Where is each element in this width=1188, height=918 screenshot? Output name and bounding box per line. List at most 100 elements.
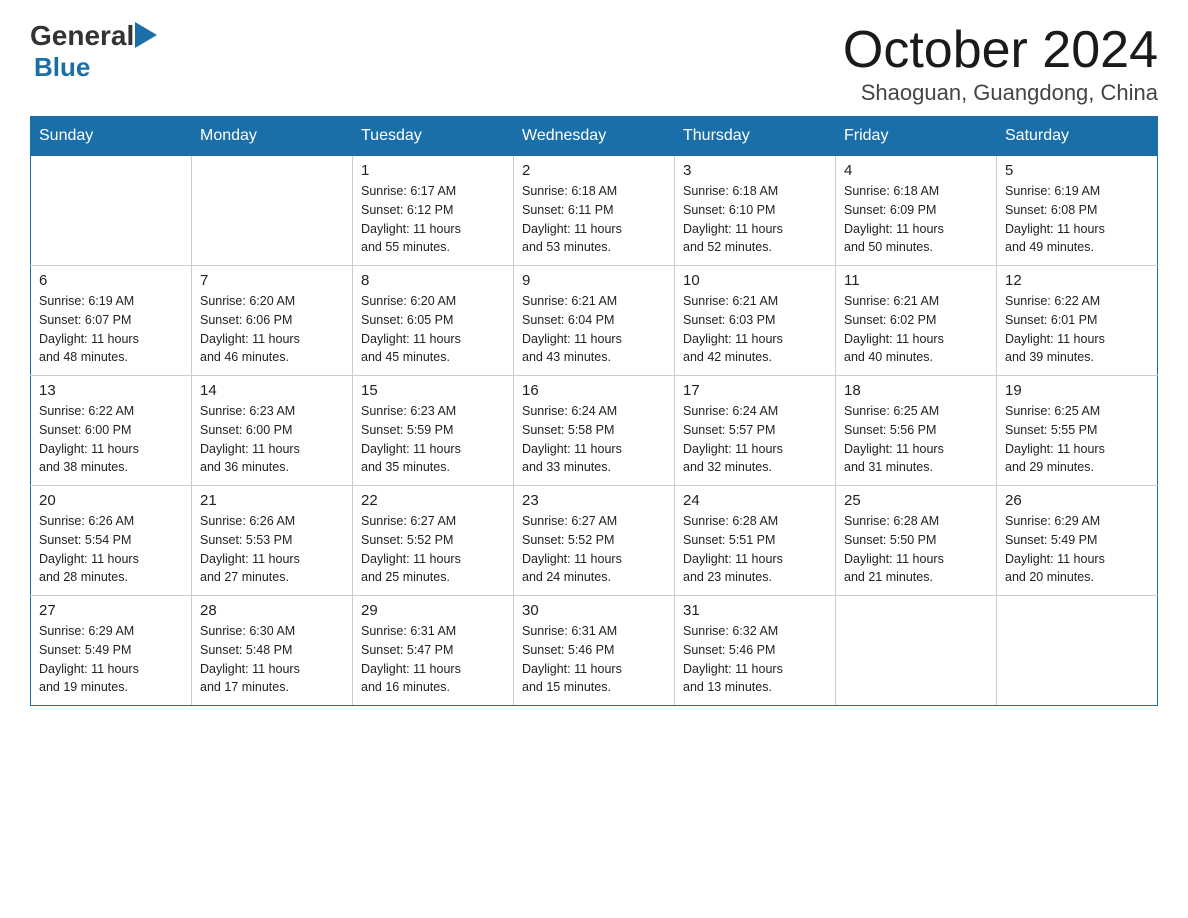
calendar-header-friday: Friday [836,117,997,156]
day-info: Sunrise: 6:28 AM Sunset: 5:51 PM Dayligh… [683,512,827,587]
day-info: Sunrise: 6:32 AM Sunset: 5:46 PM Dayligh… [683,622,827,697]
calendar-cell: 1 Sunrise: 6:17 AM Sunset: 6:12 PM Daylig… [353,156,514,266]
day-info: Sunrise: 6:27 AM Sunset: 5:52 PM Dayligh… [522,512,666,587]
day-info: Sunrise: 6:31 AM Sunset: 5:46 PM Dayligh… [522,622,666,697]
calendar-cell: 31Sunrise: 6:32 AM Sunset: 5:46 PM Dayli… [675,596,836,706]
calendar-cell: 25Sunrise: 6:28 AM Sunset: 5:50 PM Dayli… [836,486,997,596]
day-info: Sunrise: 6:29 AM Sunset: 5:49 PM Dayligh… [39,622,183,697]
title-area: October 2024 Shaoguan, Guangdong, China [843,20,1158,106]
day-info: Sunrise: 6:24 AM Sunset: 5:57 PM Dayligh… [683,402,827,477]
calendar-cell: 22 Sunrise: 6:27 AM Sunset: 5:52 PM Dayli… [353,486,514,596]
calendar-cell: 26Sunrise: 6:29 AM Sunset: 5:49 PM Dayli… [997,486,1158,596]
calendar-week-row: 13Sunrise: 6:22 AM Sunset: 6:00 PM Dayli… [31,376,1158,486]
calendar-cell [31,156,192,266]
calendar-cell: 12 Sunrise: 6:22 AM Sunset: 6:01 PM Dayli… [997,266,1158,376]
calendar-cell: 29Sunrise: 6:31 AM Sunset: 5:47 PM Dayli… [353,596,514,706]
day-number: 1 [361,162,505,179]
calendar-cell: 7 Sunrise: 6:20 AM Sunset: 6:06 PM Daylig… [192,266,353,376]
calendar-cell: 9 Sunrise: 6:21 AM Sunset: 6:04 PM Daylig… [514,266,675,376]
day-number: 21 [200,492,344,509]
day-info: Sunrise: 6:30 AM Sunset: 5:48 PM Dayligh… [200,622,344,697]
calendar-cell: 23Sunrise: 6:27 AM Sunset: 5:52 PM Dayli… [514,486,675,596]
day-info: Sunrise: 6:28 AM Sunset: 5:50 PM Dayligh… [844,512,988,587]
day-info: Sunrise: 6:31 AM Sunset: 5:47 PM Dayligh… [361,622,505,697]
logo-blue-text: Blue [34,52,90,82]
calendar-cell: 8Sunrise: 6:20 AM Sunset: 6:05 PM Daylig… [353,266,514,376]
day-number: 6 [39,272,183,289]
calendar-cell: 17 Sunrise: 6:24 AM Sunset: 5:57 PM Dayli… [675,376,836,486]
month-title: October 2024 [843,20,1158,80]
day-info: Sunrise: 6:18 AM Sunset: 6:09 PM Dayligh… [844,182,988,257]
day-number: 17 [683,382,827,399]
day-info: Sunrise: 6:17 AM Sunset: 6:12 PM Dayligh… [361,182,505,257]
calendar-cell [192,156,353,266]
calendar-cell: 28 Sunrise: 6:30 AM Sunset: 5:48 PM Dayli… [192,596,353,706]
calendar-cell: 5 Sunrise: 6:19 AM Sunset: 6:08 PM Daylig… [997,156,1158,266]
calendar-header-row: SundayMondayTuesdayWednesdayThursdayFrid… [31,117,1158,156]
calendar-table: SundayMondayTuesdayWednesdayThursdayFrid… [30,116,1158,706]
day-info: Sunrise: 6:29 AM Sunset: 5:49 PM Dayligh… [1005,512,1149,587]
calendar-cell [997,596,1158,706]
calendar-cell: 21 Sunrise: 6:26 AM Sunset: 5:53 PM Dayli… [192,486,353,596]
calendar-cell: 6 Sunrise: 6:19 AM Sunset: 6:07 PM Daylig… [31,266,192,376]
day-info: Sunrise: 6:19 AM Sunset: 6:08 PM Dayligh… [1005,182,1149,257]
calendar-week-row: 1 Sunrise: 6:17 AM Sunset: 6:12 PM Daylig… [31,156,1158,266]
day-number: 16 [522,382,666,399]
day-number: 7 [200,272,344,289]
calendar-cell: 2Sunrise: 6:18 AM Sunset: 6:11 PM Daylig… [514,156,675,266]
day-number: 20 [39,492,183,509]
day-number: 2 [522,162,666,179]
day-info: Sunrise: 6:24 AM Sunset: 5:58 PM Dayligh… [522,402,666,477]
day-info: Sunrise: 6:19 AM Sunset: 6:07 PM Dayligh… [39,292,183,367]
calendar-header-thursday: Thursday [675,117,836,156]
day-number: 3 [683,162,827,179]
day-number: 10 [683,272,827,289]
day-number: 9 [522,272,666,289]
day-number: 18 [844,382,988,399]
day-number: 27 [39,602,183,619]
day-info: Sunrise: 6:25 AM Sunset: 5:56 PM Dayligh… [844,402,988,477]
day-number: 8 [361,272,505,289]
day-info: Sunrise: 6:23 AM Sunset: 5:59 PM Dayligh… [361,402,505,477]
day-info: Sunrise: 6:21 AM Sunset: 6:02 PM Dayligh… [844,292,988,367]
day-info: Sunrise: 6:22 AM Sunset: 6:01 PM Dayligh… [1005,292,1149,367]
day-number: 30 [522,602,666,619]
page-header: General Blue October 2024 Shaoguan, Guan… [30,20,1158,106]
day-number: 12 [1005,272,1149,289]
day-number: 5 [1005,162,1149,179]
calendar-cell: 20 Sunrise: 6:26 AM Sunset: 5:54 PM Dayli… [31,486,192,596]
location-text: Shaoguan, Guangdong, China [843,80,1158,106]
day-info: Sunrise: 6:26 AM Sunset: 5:53 PM Dayligh… [200,512,344,587]
logo-general-text: General [30,20,134,52]
calendar-header-monday: Monday [192,117,353,156]
calendar-cell: 10Sunrise: 6:21 AM Sunset: 6:03 PM Dayli… [675,266,836,376]
calendar-cell: 4 Sunrise: 6:18 AM Sunset: 6:09 PM Daylig… [836,156,997,266]
calendar-week-row: 27 Sunrise: 6:29 AM Sunset: 5:49 PM Dayli… [31,596,1158,706]
calendar-cell: 27 Sunrise: 6:29 AM Sunset: 5:49 PM Dayli… [31,596,192,706]
day-number: 22 [361,492,505,509]
calendar-cell: 3 Sunrise: 6:18 AM Sunset: 6:10 PM Daylig… [675,156,836,266]
logo-arrow-icon [135,22,157,50]
day-info: Sunrise: 6:22 AM Sunset: 6:00 PM Dayligh… [39,402,183,477]
day-info: Sunrise: 6:23 AM Sunset: 6:00 PM Dayligh… [200,402,344,477]
day-info: Sunrise: 6:21 AM Sunset: 6:04 PM Dayligh… [522,292,666,367]
calendar-week-row: 20 Sunrise: 6:26 AM Sunset: 5:54 PM Dayli… [31,486,1158,596]
calendar-cell [836,596,997,706]
day-info: Sunrise: 6:27 AM Sunset: 5:52 PM Dayligh… [361,512,505,587]
day-info: Sunrise: 6:26 AM Sunset: 5:54 PM Dayligh… [39,512,183,587]
calendar-cell: 24Sunrise: 6:28 AM Sunset: 5:51 PM Dayli… [675,486,836,596]
calendar-header-wednesday: Wednesday [514,117,675,156]
calendar-header-saturday: Saturday [997,117,1158,156]
day-info: Sunrise: 6:20 AM Sunset: 6:06 PM Dayligh… [200,292,344,367]
day-number: 19 [1005,382,1149,399]
calendar-header-tuesday: Tuesday [353,117,514,156]
calendar-cell: 11Sunrise: 6:21 AM Sunset: 6:02 PM Dayli… [836,266,997,376]
day-number: 4 [844,162,988,179]
logo: General Blue [30,20,158,83]
day-number: 28 [200,602,344,619]
calendar-cell: 13Sunrise: 6:22 AM Sunset: 6:00 PM Dayli… [31,376,192,486]
calendar-cell: 18 Sunrise: 6:25 AM Sunset: 5:56 PM Dayli… [836,376,997,486]
calendar-cell: 16 Sunrise: 6:24 AM Sunset: 5:58 PM Dayli… [514,376,675,486]
calendar-header-sunday: Sunday [31,117,192,156]
day-info: Sunrise: 6:18 AM Sunset: 6:10 PM Dayligh… [683,182,827,257]
